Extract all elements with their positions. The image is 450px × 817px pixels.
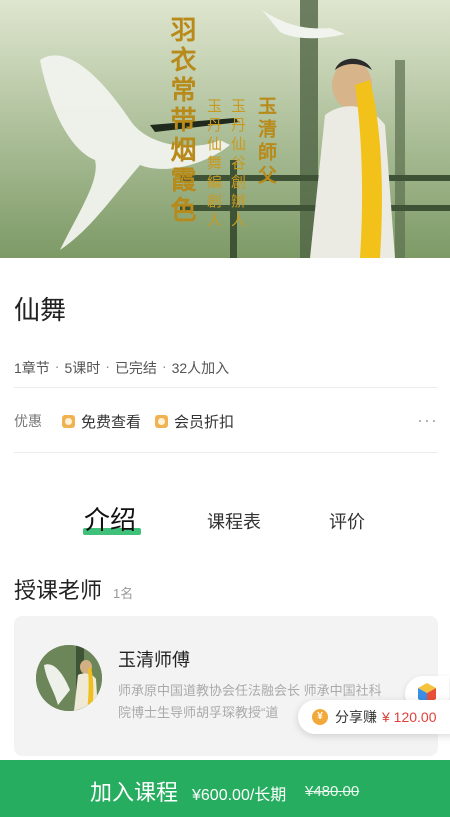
promo-tag-member-label: 会员折扣 (174, 413, 235, 431)
meta-chapters: 1章节 (14, 360, 50, 376)
promo-tag-member[interactable]: 会员折扣 (155, 411, 234, 432)
banner-calligraphy-master: 玉清師父 (255, 96, 277, 188)
avatar-image (36, 645, 102, 711)
tab-intro[interactable]: 介绍 (84, 500, 136, 537)
meta-status: 已完结 (114, 360, 157, 376)
join-course-button[interactable]: 加入课程 (90, 775, 178, 807)
coupon-icon (155, 414, 169, 428)
coupon-icon (62, 414, 75, 428)
banner-calligraphy-creator: 玉丹仙舞編創人 (205, 98, 223, 231)
share-earn-button[interactable]: ¥ 分享赚 ¥ 120.00 (298, 700, 450, 734)
teacher-section-title: 授课老师 (14, 578, 103, 603)
share-earn-amount: ¥ 120.00 (382, 709, 437, 725)
meta-separator: · (105, 358, 110, 374)
teacher-card[interactable]: 玉清师傅 师承原中国道教协会任法融会长 师承中国社科 院博士生导师胡孚琛教授“道 (14, 616, 438, 756)
divider (14, 387, 438, 388)
meta-enrolled: 32人加入 (171, 360, 230, 376)
banner-artwork (0, 0, 450, 258)
course-banner: 羽衣常带烟霞色 玉清師父 玉丹仙谷創辦人 玉丹仙舞編創人 (0, 0, 450, 258)
promo-tag-free[interactable]: 免费查看 (62, 411, 141, 432)
promo-label: 优惠 (14, 413, 42, 429)
coin-icon: ¥ (312, 709, 328, 725)
course-price: ¥600.00/长期 (192, 787, 287, 804)
teacher-name: 玉清师傅 (118, 650, 190, 670)
join-course-bar[interactable]: 加入课程 ¥600.00/长期 ¥480.00 (0, 760, 450, 817)
meta-separator: · (54, 358, 60, 374)
meta-separator: · (161, 358, 167, 374)
course-title: 仙舞 (14, 295, 67, 325)
promo-row[interactable]: 优惠 免费查看 会员折扣 ··· (14, 410, 438, 432)
banner-calligraphy-founder: 玉丹仙谷創辦人 (229, 98, 247, 231)
tab-bar: 介绍 课程表 评价 (0, 500, 450, 540)
meta-lessons: 5课时 (64, 360, 101, 376)
share-earn-label: 分享赚 (335, 709, 377, 725)
teacher-count: 1名 (113, 586, 134, 601)
divider (14, 452, 438, 453)
promo-tag-free-label: 免费查看 (81, 413, 142, 431)
tab-schedule[interactable]: 课程表 (207, 508, 261, 534)
teacher-desc-line: 师承原中国道教协会任法融会长 师承中国社科 (118, 683, 382, 698)
course-meta: 1章节 · 5课时 · 已完结 · 32人加入 (14, 358, 229, 378)
course-original-price: ¥480.00 (305, 783, 360, 800)
teacher-avatar (36, 645, 102, 711)
tab-reviews[interactable]: 评价 (329, 508, 365, 534)
more-icon[interactable]: ··· (417, 410, 438, 431)
banner-calligraphy-main: 羽衣常带烟霞色 (166, 16, 196, 226)
